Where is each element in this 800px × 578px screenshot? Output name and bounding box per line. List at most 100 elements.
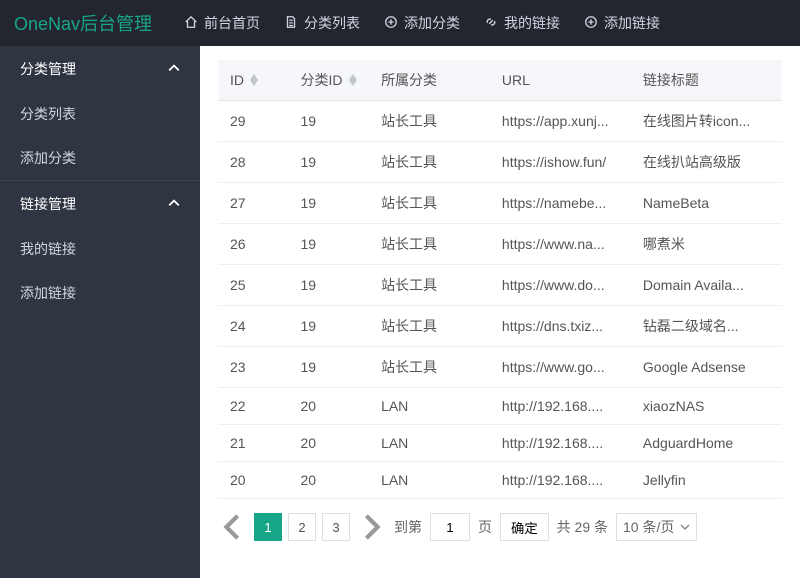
links-table: ID 分类ID 所属分类 URL 链接标题 2919站长工具https://app.xu… xyxy=(218,60,782,499)
topnav-label: 前台首页 xyxy=(204,13,260,33)
table-row[interactable]: 2120LANhttp://192.168....AdguardHome xyxy=(218,425,782,462)
cell-url: https://dns.txiz... xyxy=(490,306,631,347)
sidebar-group-title: 分类管理 xyxy=(20,59,76,79)
sidebar-item[interactable]: 分类列表 xyxy=(0,92,200,136)
table-header-row: ID 分类ID 所属分类 URL 链接标题 xyxy=(218,60,782,101)
cell-id: 25 xyxy=(218,265,289,306)
sidebar-item[interactable]: 我的链接 xyxy=(0,227,200,271)
cell-cat_id: 19 xyxy=(289,224,370,265)
col-header-title: 链接标题 xyxy=(631,60,782,101)
topnav-label: 我的链接 xyxy=(504,13,560,33)
goto-prefix: 到第 xyxy=(394,517,422,537)
cell-title: Jellyfin xyxy=(631,462,782,499)
cell-cat_name: 站长工具 xyxy=(369,224,490,265)
topnav-item-add-cat[interactable]: 添加分类 xyxy=(374,7,470,39)
col-label: 链接标题 xyxy=(643,70,699,90)
topnav-item-cat-list[interactable]: 分类列表 xyxy=(274,7,370,39)
cell-title: 钻磊二级域名... xyxy=(631,306,782,347)
sidebar-group-header[interactable]: 链接管理 xyxy=(0,181,200,227)
cell-cat_name: LAN xyxy=(369,462,490,499)
sidebar: 分类管理分类列表添加分类链接管理我的链接添加链接 xyxy=(0,46,200,578)
cell-url: http://192.168.... xyxy=(490,425,631,462)
cell-title: 哪煮米 xyxy=(631,224,782,265)
table-row[interactable]: 2719站长工具https://namebe...NameBeta xyxy=(218,183,782,224)
col-header-cat_id[interactable]: 分类ID xyxy=(289,60,370,101)
cell-cat_id: 19 xyxy=(289,142,370,183)
cell-cat_name: 站长工具 xyxy=(369,347,490,388)
topbar: OneNav后台管理 前台首页 分类列表 添加分类 我的链接添加链接 xyxy=(0,0,800,46)
cell-url: https://www.go... xyxy=(490,347,631,388)
brand-title: OneNav后台管理 xyxy=(14,10,152,36)
cell-title: Domain Availa... xyxy=(631,265,782,306)
col-header-id[interactable]: ID xyxy=(218,60,289,101)
plus-icon xyxy=(584,15,598,32)
cell-cat_name: 站长工具 xyxy=(369,265,490,306)
topnav-item-frontend[interactable]: 前台首页 xyxy=(174,7,270,39)
col-label: ID xyxy=(230,72,244,88)
sort-icon xyxy=(349,74,357,86)
page-prev-button[interactable] xyxy=(218,513,246,541)
page-buttons: 123 xyxy=(254,513,350,541)
cell-url: https://namebe... xyxy=(490,183,631,224)
cell-cat_id: 19 xyxy=(289,183,370,224)
cell-url: http://192.168.... xyxy=(490,388,631,425)
table-row[interactable]: 2020LANhttp://192.168....Jellyfin xyxy=(218,462,782,499)
cell-id: 22 xyxy=(218,388,289,425)
cell-cat_name: LAN xyxy=(369,388,490,425)
cell-cat_name: 站长工具 xyxy=(369,183,490,224)
cell-id: 28 xyxy=(218,142,289,183)
col-label: 所属分类 xyxy=(381,70,437,90)
col-label: URL xyxy=(502,72,530,88)
cell-id: 24 xyxy=(218,306,289,347)
cell-cat_name: 站长工具 xyxy=(369,142,490,183)
cell-cat_id: 20 xyxy=(289,425,370,462)
total-count: 共 29 条 xyxy=(557,517,608,537)
pagination: 123 到第 页 确定 共 29 条 10 条/页 xyxy=(218,499,782,545)
sidebar-item[interactable]: 添加分类 xyxy=(0,136,200,180)
topnav-label: 分类列表 xyxy=(304,13,360,33)
cell-title: 在线扒站高级版 xyxy=(631,142,782,183)
cell-title: xiaozNAS xyxy=(631,388,782,425)
sidebar-item[interactable]: 添加链接 xyxy=(0,271,200,315)
cell-url: https://www.na... xyxy=(490,224,631,265)
goto-page-input[interactable] xyxy=(430,513,470,541)
sort-icon xyxy=(250,74,258,86)
main-content: ID 分类ID 所属分类 URL 链接标题 2919站长工具https://app.xu… xyxy=(200,46,800,578)
cell-title: AdguardHome xyxy=(631,425,782,462)
topnav-item-my-links[interactable]: 我的链接 xyxy=(474,7,570,39)
col-header-cat_name: 所属分类 xyxy=(369,60,490,101)
topnav-item-add-link[interactable]: 添加链接 xyxy=(574,7,670,39)
page-next-button[interactable] xyxy=(358,513,386,541)
cell-id: 20 xyxy=(218,462,289,499)
sidebar-group-title: 链接管理 xyxy=(20,194,76,214)
col-header-url: URL xyxy=(490,60,631,101)
table-row[interactable]: 2919站长工具https://app.xunj...在线图片转icon... xyxy=(218,101,782,142)
goto-confirm-button[interactable]: 确定 xyxy=(500,513,549,541)
table-row[interactable]: 2519站长工具https://www.do...Domain Availa..… xyxy=(218,265,782,306)
goto-suffix: 页 xyxy=(478,517,492,537)
cell-id: 21 xyxy=(218,425,289,462)
topnav: 前台首页 分类列表 添加分类 我的链接添加链接 xyxy=(174,7,670,39)
cell-cat_name: 站长工具 xyxy=(369,306,490,347)
chevron-up-icon xyxy=(168,61,180,77)
cell-title: Google Adsense xyxy=(631,347,782,388)
table-row[interactable]: 2419站长工具https://dns.txiz...钻磊二级域名... xyxy=(218,306,782,347)
cell-url: https://ishow.fun/ xyxy=(490,142,631,183)
doc-icon xyxy=(284,15,298,32)
per-page-select[interactable]: 10 条/页 xyxy=(616,513,697,541)
cell-cat_id: 19 xyxy=(289,265,370,306)
sidebar-group-header[interactable]: 分类管理 xyxy=(0,46,200,92)
table-row[interactable]: 2319站长工具https://www.go...Google Adsense xyxy=(218,347,782,388)
cell-id: 26 xyxy=(218,224,289,265)
page-button-2[interactable]: 2 xyxy=(288,513,316,541)
topnav-label: 添加分类 xyxy=(404,13,460,33)
link-icon xyxy=(484,15,498,32)
page-button-3[interactable]: 3 xyxy=(322,513,350,541)
cell-cat_name: 站长工具 xyxy=(369,101,490,142)
chevron-down-icon xyxy=(680,519,690,535)
table-row[interactable]: 2819站长工具https://ishow.fun/在线扒站高级版 xyxy=(218,142,782,183)
table-row[interactable]: 2619站长工具https://www.na...哪煮米 xyxy=(218,224,782,265)
per-page-label: 10 条/页 xyxy=(623,517,674,537)
page-button-1[interactable]: 1 xyxy=(254,513,282,541)
table-row[interactable]: 2220LANhttp://192.168....xiaozNAS xyxy=(218,388,782,425)
